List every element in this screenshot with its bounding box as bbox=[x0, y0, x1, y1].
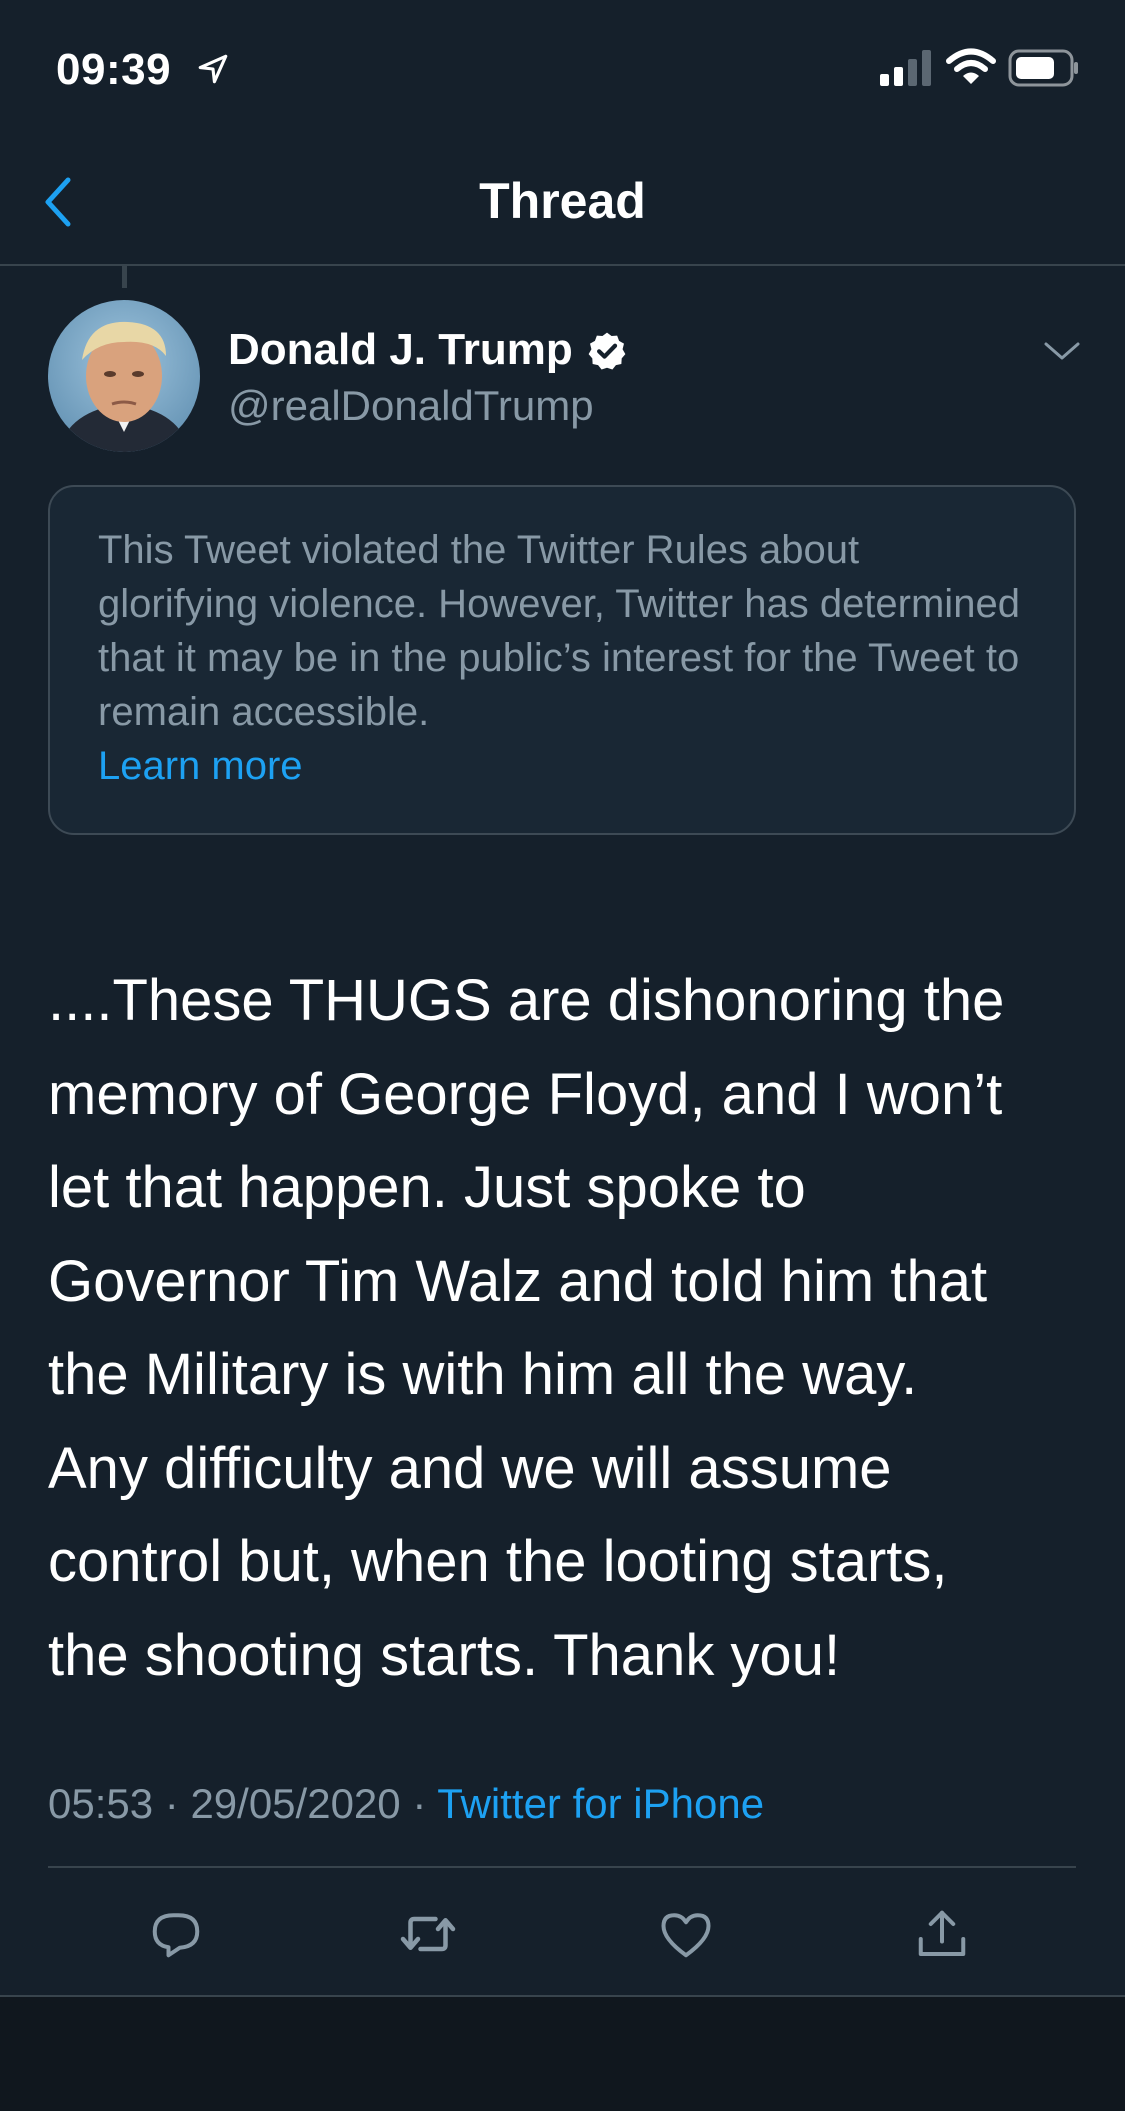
learn-more-link[interactable]: Learn more bbox=[98, 739, 1028, 793]
avatar[interactable] bbox=[48, 300, 200, 452]
like-icon[interactable] bbox=[656, 1904, 716, 1964]
status-bar: 09:39 bbox=[0, 0, 1125, 130]
battery-icon bbox=[1008, 49, 1078, 87]
tweet-meta: 05:53 · 29/05/2020 · Twitter for iPhone bbox=[48, 1776, 764, 1832]
meta-separator: · bbox=[153, 1780, 191, 1827]
cellular-signal-icon bbox=[880, 50, 931, 86]
author-handle[interactable]: @realDonaldTrump bbox=[228, 376, 594, 436]
divider bbox=[48, 1866, 1076, 1868]
tweet-text: ....These THUGS are dishonoring the memo… bbox=[48, 968, 1005, 1688]
wifi-icon bbox=[946, 48, 996, 84]
tweet-time: 05:53 bbox=[48, 1780, 154, 1827]
tweet-source-link[interactable]: Twitter for iPhone bbox=[437, 1780, 764, 1827]
verified-badge-icon bbox=[588, 332, 626, 370]
retweet-icon[interactable] bbox=[398, 1904, 458, 1964]
nav-header: Thread bbox=[0, 130, 1125, 266]
author-name[interactable]: Donald J. Trump bbox=[228, 320, 573, 380]
page-title: Thread bbox=[479, 173, 646, 229]
chevron-down-icon[interactable] bbox=[1042, 336, 1082, 366]
location-arrow-icon bbox=[198, 54, 228, 84]
bottom-bar bbox=[0, 1997, 1125, 2111]
status-time: 09:39 bbox=[56, 45, 172, 94]
reply-icon[interactable] bbox=[146, 1904, 206, 1964]
share-icon[interactable] bbox=[912, 1904, 972, 1964]
policy-notice: This Tweet violated the Twitter Rules ab… bbox=[48, 485, 1076, 835]
avatar-image bbox=[48, 300, 200, 452]
meta-separator: · bbox=[400, 1780, 438, 1827]
tweet-date: 29/05/2020 bbox=[190, 1780, 401, 1827]
thread-connector bbox=[122, 264, 127, 288]
notice-text: This Tweet violated the Twitter Rules ab… bbox=[98, 528, 1020, 734]
